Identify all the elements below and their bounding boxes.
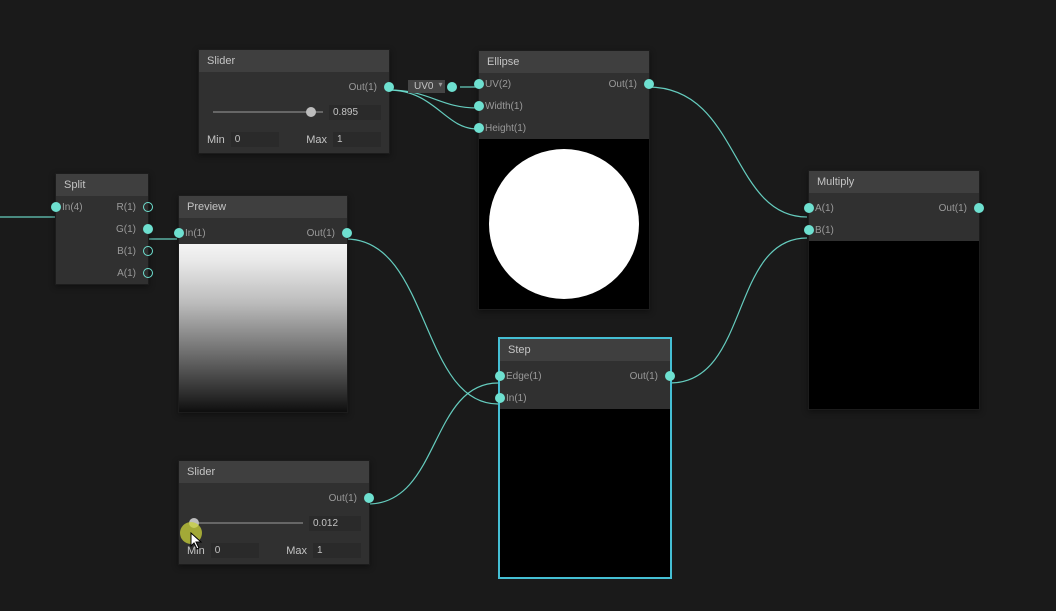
node-slider-top[interactable]: Slider Out(1) Min Max [198,49,390,154]
port-out[interactable]: Out(1) [179,487,369,509]
min-label: Min [207,134,225,146]
max-input[interactable] [333,132,381,147]
ellipse-preview [479,139,649,309]
slider-value-input[interactable] [309,516,361,531]
slider-value-input[interactable] [329,105,381,120]
port-g[interactable]: G(1) [56,218,148,240]
slider-track[interactable] [193,522,303,524]
ports: In(1) Out(1) [179,222,347,244]
port-uv[interactable]: UV(2) Out(1) [479,73,649,95]
step-preview [500,409,670,577]
node-ellipse[interactable]: Ellipse UV(2) Out(1) Width(1) Height(1) [478,50,650,310]
node-slider-bottom[interactable]: Slider Out(1) Min Max [178,460,370,565]
node-preview[interactable]: Preview In(1) Out(1) [178,195,348,413]
preview-image [179,244,347,412]
shader-graph-canvas[interactable]: { "nodes": { "split": { "title": "Split"… [0,0,1056,611]
port-a[interactable]: A(1) Out(1) [809,197,979,219]
slider-range-controls: Min Max [179,537,369,564]
node-title: Preview [179,196,347,218]
port-in[interactable]: In(4) R(1) [56,196,148,218]
node-title: Multiply [809,171,979,193]
slider-thumb[interactable] [189,518,199,528]
dropdown-label[interactable]: UV0 [408,80,445,93]
min-input[interactable] [231,132,279,147]
port-a[interactable]: A(1) [56,262,148,284]
port-out[interactable]: Out(1) [199,76,389,98]
port-b[interactable]: B(1) [809,219,979,241]
port-edge[interactable]: Edge(1) Out(1) [500,365,670,387]
multiply-preview [809,241,979,409]
min-label: Min [187,545,205,557]
node-title: Slider [179,461,369,483]
min-input[interactable] [211,543,259,558]
max-input[interactable] [313,543,361,558]
node-title: Split [56,174,148,196]
node-step[interactable]: Step Edge(1) Out(1) In(1) [499,338,671,578]
slider-range-controls: Min Max [199,126,389,153]
port-b[interactable]: B(1) [56,240,148,262]
uv-dropdown[interactable]: UV0 [408,80,445,93]
slider[interactable] [199,98,389,126]
slider[interactable] [179,509,369,537]
slider-track[interactable] [213,111,323,113]
max-label: Max [286,545,307,557]
port-width[interactable]: Width(1) [479,95,649,117]
node-split[interactable]: Split In(4) R(1) G(1) B(1) A(1) [55,173,149,285]
port-in[interactable]: In(1) [500,387,670,409]
port-height[interactable]: Height(1) [479,117,649,139]
slider-thumb[interactable] [306,107,316,117]
node-multiply[interactable]: Multiply A(1) Out(1) B(1) [808,170,980,410]
node-title: Ellipse [479,51,649,73]
node-title: Slider [199,50,389,72]
node-title: Step [500,339,670,361]
max-label: Max [306,134,327,146]
